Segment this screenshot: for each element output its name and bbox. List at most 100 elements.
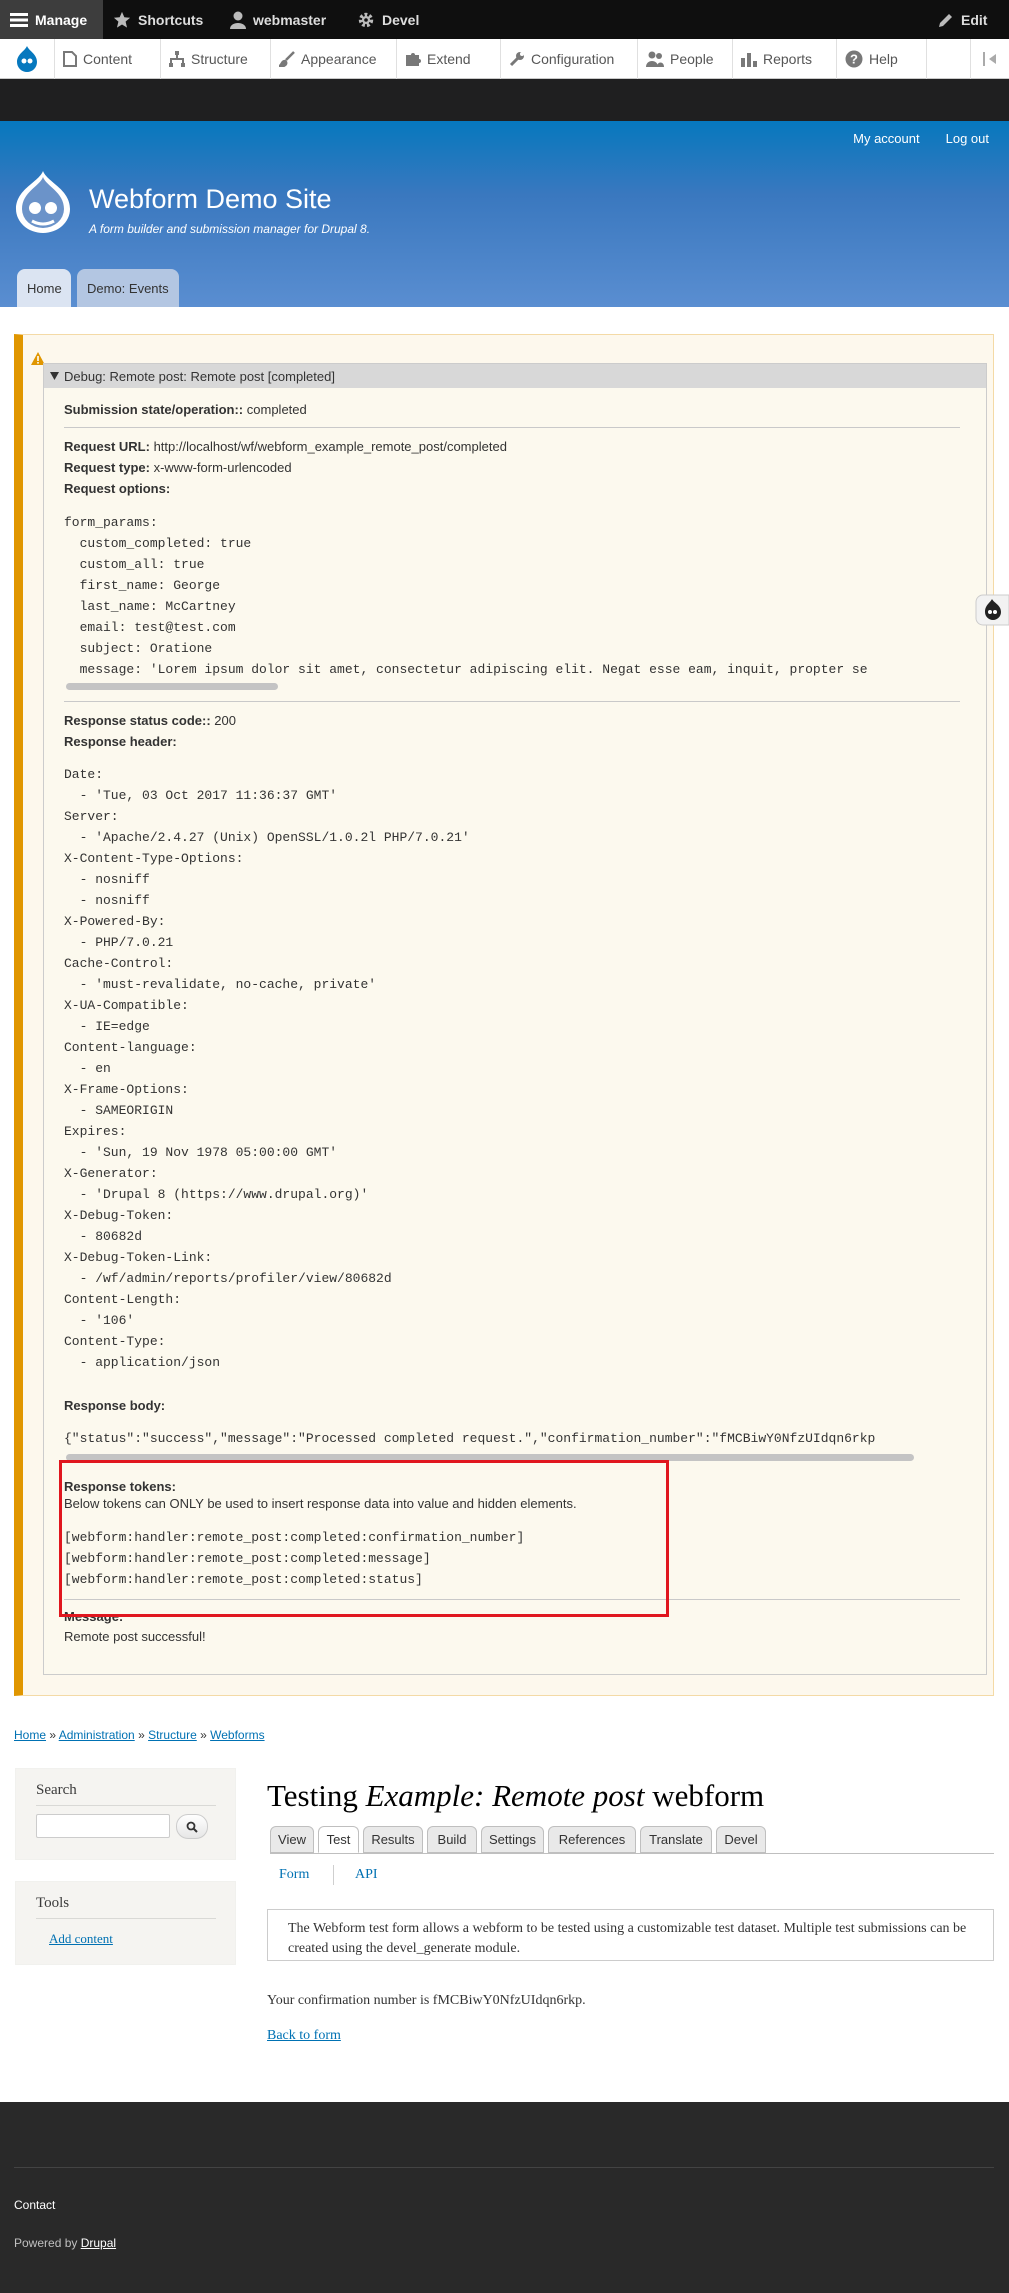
site-footer: Contact Powered by Drupal xyxy=(0,2102,1009,2293)
request-url-value: http://localhost/wf/webform_example_remo… xyxy=(153,439,507,454)
edit-tab[interactable]: Edit xyxy=(938,0,987,39)
site-slogan: A form builder and submission manager fo… xyxy=(89,222,371,236)
tab-devel[interactable]: Devel xyxy=(716,1826,766,1853)
pencil-icon xyxy=(939,13,952,27)
request-type: Request type: x-www-form-urlencoded xyxy=(64,460,292,475)
tray-orientation-toggle[interactable] xyxy=(970,39,1009,79)
response-body-heading: Response body: xyxy=(64,1398,165,1413)
tray-item-help[interactable]: ? Help xyxy=(837,39,927,79)
confirmation-message: Your confirmation number is fMCBiwY0NfzU… xyxy=(267,1993,586,2008)
drupal-icon xyxy=(17,46,37,72)
tray-item-label: People xyxy=(670,51,714,67)
admin-tray: Content Structure Appearance Extend Conf… xyxy=(0,39,1009,79)
search-icon xyxy=(186,1821,198,1833)
response-header-label: Response header: xyxy=(64,734,177,749)
tray-item-configuration[interactable]: Configuration xyxy=(501,39,638,79)
site-logo[interactable] xyxy=(14,169,72,235)
my-account-link[interactable]: My account xyxy=(853,131,919,146)
user-tab[interactable]: webmaster xyxy=(230,0,326,39)
divider xyxy=(14,2167,994,2168)
devel-label: Devel xyxy=(382,11,420,28)
tab-build[interactable]: Build xyxy=(427,1826,477,1853)
add-content-link[interactable]: Add content xyxy=(49,1931,113,1947)
star-icon xyxy=(113,11,131,28)
divider xyxy=(64,427,960,428)
tray-item-structure[interactable]: Structure xyxy=(161,39,271,79)
debug-summary[interactable]: Debug: Remote post: Remote post [complet… xyxy=(44,364,986,388)
search-button[interactable] xyxy=(176,1814,208,1839)
response-body-label: Response body: xyxy=(64,1398,166,1413)
drupal-home-link[interactable] xyxy=(0,39,55,79)
manage-label: Manage xyxy=(35,11,88,28)
bar-chart-icon xyxy=(741,53,757,67)
request-options-code: form_params: custom_completed: true cust… xyxy=(64,515,868,677)
subtab-form[interactable]: Form xyxy=(279,1867,309,1883)
request-options-heading: Request options: xyxy=(64,481,170,496)
shortcuts-tab[interactable]: Shortcuts xyxy=(113,0,203,39)
request-type-label: Request type: xyxy=(64,460,150,475)
subtab-api[interactable]: API xyxy=(355,1867,378,1883)
secondary-menu: My account Log out xyxy=(853,131,989,146)
user-icon xyxy=(230,11,246,29)
divider xyxy=(36,1918,216,1919)
state-value: completed xyxy=(246,402,307,417)
divider xyxy=(64,701,960,702)
request-url: Request URL: http://localhost/wf/webform… xyxy=(64,439,507,454)
contact-link[interactable]: Contact xyxy=(14,2198,55,2212)
tab-test[interactable]: Test xyxy=(318,1826,359,1853)
breadcrumb-structure[interactable]: Structure xyxy=(148,1728,197,1742)
gear-icon xyxy=(358,12,374,27)
drupal-link[interactable]: Drupal xyxy=(81,2236,116,2250)
tools-block: Tools Add content xyxy=(15,1881,236,1965)
back-to-form-link[interactable]: Back to form xyxy=(267,2028,341,2044)
breadcrumb-webforms[interactable]: Webforms xyxy=(210,1728,264,1742)
drupal-side-icon[interactable] xyxy=(975,593,1009,627)
request-url-label: Request URL: xyxy=(64,439,150,454)
local-tabs: View Test Results Build Settings Referen… xyxy=(270,1826,994,1854)
tray-item-extend[interactable]: Extend xyxy=(397,39,501,79)
puzzle-icon xyxy=(406,53,421,66)
people-icon xyxy=(646,51,664,67)
tray-item-label: Appearance xyxy=(301,51,377,67)
menu-icon xyxy=(10,12,28,27)
site-name[interactable]: Webform Demo Site xyxy=(89,184,332,215)
nav-tab-home[interactable]: Home xyxy=(17,269,71,307)
paintbrush-icon xyxy=(279,51,295,67)
tab-translate[interactable]: Translate xyxy=(640,1826,712,1853)
manage-tab[interactable]: Manage xyxy=(0,0,103,39)
message-value: Remote post successful! xyxy=(64,1629,206,1644)
tray-item-people[interactable]: People xyxy=(638,39,733,79)
tray-item-label: Structure xyxy=(191,51,248,67)
nav-tab-demo-events[interactable]: Demo: Events xyxy=(77,269,179,307)
response-body-code: {"status":"success","message":"Processed… xyxy=(64,1431,876,1446)
search-input[interactable] xyxy=(36,1814,170,1838)
tab-settings[interactable]: Settings xyxy=(481,1826,544,1853)
help-icon: ? xyxy=(845,50,863,68)
title-prefix: Testing xyxy=(267,1778,366,1813)
tray-item-label: Content xyxy=(83,51,133,67)
tray-item-label: Extend xyxy=(427,51,471,67)
status-code-value: 200 xyxy=(214,713,236,728)
breadcrumb-administration[interactable]: Administration xyxy=(59,1728,135,1742)
breadcrumb-home[interactable]: Home xyxy=(14,1728,46,1742)
highlight-annotation xyxy=(59,1460,669,1617)
horizontal-scrollbar[interactable] xyxy=(66,683,278,690)
tray-item-label: Reports xyxy=(763,51,813,67)
request-options-label: Request options: xyxy=(64,481,171,496)
tab-results[interactable]: Results xyxy=(363,1826,423,1853)
svg-text:?: ? xyxy=(850,52,858,67)
edit-label: Edit xyxy=(961,11,988,28)
tab-references[interactable]: References xyxy=(548,1826,636,1853)
log-out-link[interactable]: Log out xyxy=(946,131,989,146)
title-webform-name: Example: Remote post xyxy=(365,1778,645,1813)
user-label: webmaster xyxy=(253,11,327,28)
powered-by: Powered by Drupal xyxy=(14,2236,116,2250)
tray-item-reports[interactable]: Reports xyxy=(733,39,837,79)
page-title: Testing Example: Remote post webform xyxy=(267,1778,764,1814)
powered-by-label: Powered by xyxy=(14,2236,78,2250)
tray-item-appearance[interactable]: Appearance xyxy=(271,39,397,79)
submission-state: Submission state/operation:: completed xyxy=(64,402,307,417)
tray-item-content[interactable]: Content xyxy=(55,39,161,79)
devel-tab[interactable]: Devel xyxy=(357,0,419,39)
tab-view[interactable]: View xyxy=(270,1826,314,1853)
